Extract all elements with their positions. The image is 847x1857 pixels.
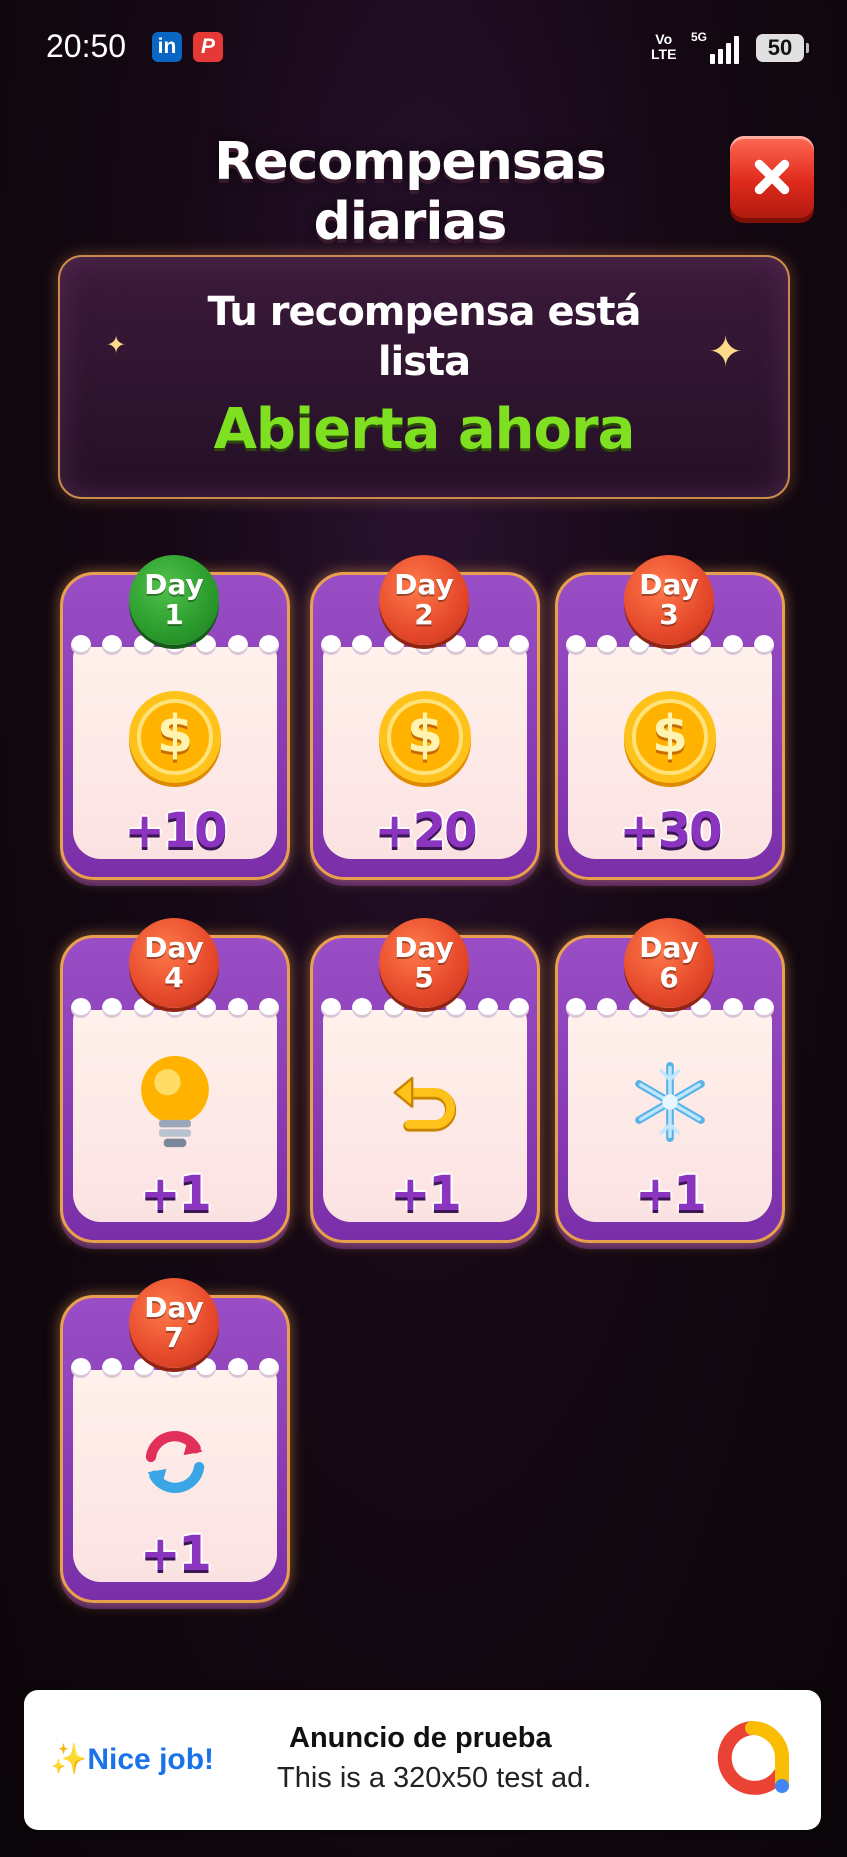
close-icon: [754, 159, 790, 195]
lightbulb-icon: [123, 1050, 227, 1154]
coin-icon: $ $: [373, 687, 477, 791]
svg-text:$: $: [157, 705, 193, 765]
reward-amount: +30: [619, 803, 722, 859]
day-badge: Day 2: [379, 555, 469, 645]
day-label: Day: [394, 568, 454, 601]
reward-amount: +1: [140, 1166, 212, 1222]
reward-card-day-7[interactable]: Day 7 +1: [60, 1278, 290, 1603]
reward-card-day-5[interactable]: Day 5 +1: [310, 918, 540, 1243]
banner-line-1: Tu recompensa está: [207, 289, 641, 335]
day-label: Day: [639, 568, 699, 601]
day-label: Day: [394, 931, 454, 964]
reward-amount: +1: [635, 1166, 707, 1222]
day-badge: Day 7: [129, 1278, 219, 1368]
reward-card-day-3[interactable]: Day 3 $ $ +30: [555, 555, 785, 880]
ad-nice-job: ✨Nice job!: [50, 1742, 214, 1777]
test-ad-banner[interactable]: ✨Nice job! Anuncio de prueba This is a 3…: [24, 1690, 821, 1830]
reward-ready-banner: Tu recompensa está lista Abierta ahora ✦…: [58, 255, 790, 499]
undo-arrow-icon: [373, 1050, 477, 1154]
reward-amount: +1: [140, 1526, 212, 1582]
day-badge: Day 4: [129, 918, 219, 1008]
ad-logo-icon: [717, 1721, 789, 1795]
day-label: Day: [144, 931, 204, 964]
sparkle-icon: ✨: [50, 1743, 88, 1776]
app-p-icon: P: [193, 32, 223, 62]
day-label: Day: [639, 931, 699, 964]
volte-icon: Vo LTE: [651, 31, 677, 62]
day-badge: Day 5: [379, 918, 469, 1008]
day-number: 6: [659, 961, 679, 994]
linkedin-icon: in: [152, 32, 182, 62]
status-bar: 20:50 in P Vo LTE 5G 50: [0, 0, 847, 100]
banner-message: Tu recompensa está lista: [60, 287, 788, 387]
day-label: Day: [144, 1291, 204, 1324]
sparkle-icon: ✦: [106, 331, 127, 359]
signal-icon: [710, 36, 744, 64]
day-number: 7: [164, 1321, 184, 1354]
coin-icon: $ $: [123, 687, 227, 791]
reward-amount: +20: [374, 803, 477, 859]
day-badge: Day 1: [129, 555, 219, 645]
network-type: 5G: [691, 30, 708, 44]
reward-card-day-2[interactable]: Day 2 $ $ +20: [310, 555, 540, 880]
banner-line-2: lista: [377, 339, 471, 385]
battery-icon: 50: [756, 34, 809, 62]
reward-amount: +10: [124, 803, 227, 859]
reward-card-day-6[interactable]: Day 6 +1: [555, 918, 785, 1243]
ad-nice-text: Nice job!: [87, 1743, 215, 1776]
svg-text:$: $: [652, 705, 688, 765]
reward-card-day-4[interactable]: Day 4 +1: [60, 918, 290, 1243]
svg-text:$: $: [407, 705, 443, 765]
page-title: Recompensas diarias: [214, 132, 607, 252]
day-number: 1: [164, 598, 184, 631]
reward-card-day-1[interactable]: Day 1 $ $ +10: [60, 555, 290, 880]
day-label: Day: [144, 568, 204, 601]
ad-title: Anuncio de prueba: [289, 1722, 552, 1754]
banner-status: Abierta ahora: [213, 397, 636, 462]
snowflake-icon: [618, 1050, 722, 1154]
refresh-icon: [123, 1410, 227, 1514]
day-number: 2: [414, 598, 434, 631]
day-badge: Day 3: [624, 555, 714, 645]
reward-amount: +1: [390, 1166, 462, 1222]
close-button[interactable]: [730, 136, 814, 218]
day-number: 3: [659, 598, 679, 631]
ad-subtitle: This is a 320x50 test ad.: [277, 1762, 592, 1794]
day-number: 5: [414, 961, 434, 994]
status-time: 20:50: [46, 28, 127, 64]
coin-icon: $ $: [618, 687, 722, 791]
day-number: 4: [164, 961, 184, 994]
sparkle-icon: ✦: [708, 327, 744, 376]
day-badge: Day 6: [624, 918, 714, 1008]
